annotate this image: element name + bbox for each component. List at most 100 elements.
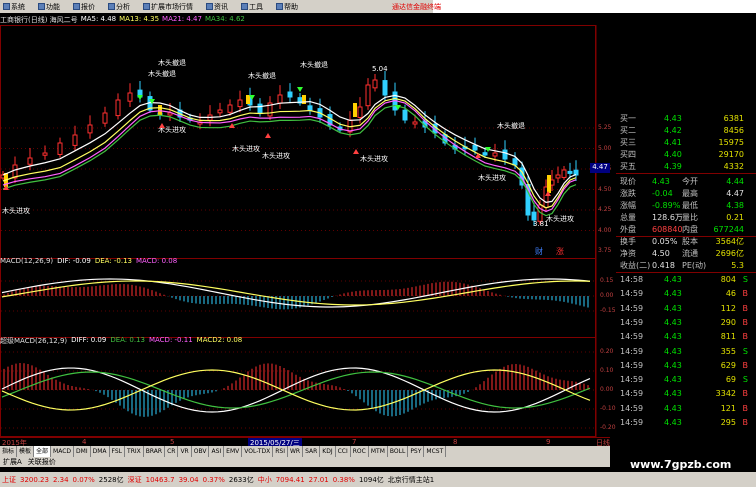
tab-指标[interactable]: 指标 bbox=[0, 446, 18, 457]
indicator-tabs: 指标 模板 全部 MACD DMI DMA FSL TRIX BRAR CR VR OBV ASI EMV… bbox=[0, 446, 610, 457]
super-macd-axis-label: 0.00 bbox=[600, 386, 614, 393]
chart-area[interactable]: 木头撤退木头撤退 木头撤退木头撤退木头撤退木头进攻木头进攻木头进攻木头进攻 木头进攻… bbox=[0, 25, 616, 438]
tab-emv[interactable]: EMV bbox=[224, 446, 243, 457]
order-book-row[interactable]: 买五 4.39 4332 bbox=[616, 160, 756, 172]
status-bar: 上证 3200.23 2.34 0.07% 2528亿 深证 10463.7 3… bbox=[0, 472, 756, 487]
up-arrow-icon bbox=[353, 149, 359, 154]
menu-item[interactable]: 资讯 bbox=[206, 2, 228, 12]
stat-value: -0.04 bbox=[652, 188, 673, 198]
tick-time: 14:59 bbox=[620, 303, 644, 313]
menu-item[interactable]: 系统 bbox=[3, 2, 25, 12]
menu-item[interactable]: 报价 bbox=[73, 2, 95, 12]
tab-cci[interactable]: CCI bbox=[336, 446, 351, 457]
tab-cr[interactable]: CR bbox=[165, 446, 179, 457]
order-book-row[interactable]: 买四 4.40 29170 bbox=[616, 148, 756, 160]
ma13-label: MA13: 4.35 bbox=[119, 15, 160, 23]
ma34-label: MA34: 4.62 bbox=[204, 15, 245, 23]
tick-row[interactable]: 14:59 4.43 295 B bbox=[616, 418, 748, 430]
order-book-price: 4.42 bbox=[664, 125, 682, 135]
candle-body bbox=[472, 144, 478, 151]
tick-time: 14:59 bbox=[620, 332, 644, 342]
stat-value: 4.50 bbox=[652, 248, 670, 258]
tab-sar[interactable]: SAR bbox=[303, 446, 321, 457]
tab-brar[interactable]: BRAR bbox=[144, 446, 166, 457]
tick-row[interactable]: 14:59 4.43 629 B bbox=[616, 361, 748, 373]
candle-body bbox=[412, 121, 418, 125]
quote-stat-row: 总量 128.6万 量比 0.21 bbox=[616, 211, 756, 223]
macd-dea: DEA: -0.13 bbox=[94, 257, 132, 265]
stat-label: 总量 bbox=[620, 212, 636, 222]
tick-row[interactable]: 14:59 4.43 46 B bbox=[616, 289, 748, 301]
tick-row[interactable]: 14:59 4.43 290 B bbox=[616, 318, 748, 330]
tab-asi[interactable]: ASI bbox=[209, 446, 225, 457]
stat-label: 收益(二) bbox=[620, 260, 651, 270]
macd-dea-line bbox=[1, 280, 591, 306]
tick-row[interactable]: 14:58 4.43 804 S bbox=[616, 275, 748, 287]
order-book-row[interactable]: 买一 4.43 6381 bbox=[616, 112, 756, 124]
tick-volume: 121 bbox=[720, 403, 736, 413]
menu-item[interactable]: 功能 bbox=[38, 2, 60, 12]
tick-row[interactable]: 14:59 4.43 121 B bbox=[616, 403, 748, 416]
stat-label: 外盘 bbox=[620, 224, 636, 234]
menu-item[interactable]: 分析 bbox=[108, 2, 130, 12]
tick-row[interactable]: 14:59 4.43 355 S bbox=[616, 346, 748, 359]
tab-vol-tdx[interactable]: VOL-TDX bbox=[242, 446, 274, 457]
tab-trix[interactable]: TRIX bbox=[125, 446, 144, 457]
stat-label: 涨幅 bbox=[620, 200, 636, 210]
candle-body bbox=[277, 94, 283, 104]
tick-side: S bbox=[742, 346, 748, 356]
order-book-row[interactable]: 买三 4.41 15975 bbox=[616, 136, 756, 148]
rise-marker[interactable]: 涨 bbox=[556, 246, 564, 257]
tab-mcst[interactable]: MCST bbox=[424, 446, 447, 457]
tab-模板[interactable]: 模板 bbox=[17, 446, 35, 457]
server-name[interactable]: 北京行情主站1 bbox=[388, 475, 434, 485]
tab-rsi[interactable]: RSI bbox=[273, 446, 288, 457]
menu-item[interactable]: 扩展市场行情 bbox=[143, 2, 193, 12]
order-book-label: 买二 bbox=[620, 125, 636, 135]
tab-mtm[interactable]: MTM bbox=[369, 446, 388, 457]
tab-dma[interactable]: DMA bbox=[91, 446, 110, 457]
finance-marker[interactable]: 财 bbox=[535, 246, 543, 257]
stat-value: 0.05% bbox=[652, 236, 678, 246]
top-signal-label: 木头撤退 bbox=[158, 58, 186, 67]
tab-roc[interactable]: ROC bbox=[351, 446, 369, 457]
macd-header: MACD(12,26,9) DIF: -0.09 DEA: -0.13 MACD… bbox=[0, 257, 177, 265]
tab-obv[interactable]: OBV bbox=[192, 446, 210, 457]
price-axis-label: 4.25 bbox=[598, 206, 612, 213]
bottom-signal-label: 木头进攻 bbox=[546, 214, 574, 223]
menu-item[interactable]: 帮助 bbox=[276, 2, 298, 12]
tick-row[interactable]: 14:59 4.43 811 B bbox=[616, 332, 748, 344]
sz-value: 10463.7 bbox=[145, 475, 175, 484]
menu-item[interactable]: 工具 bbox=[241, 2, 263, 12]
super-macd-dea: DEA: 0.13 bbox=[110, 336, 145, 344]
tick-time: 14:59 bbox=[620, 418, 644, 427]
tab-全部[interactable]: 全部 bbox=[34, 446, 52, 457]
tick-price: 4.43 bbox=[664, 346, 682, 356]
tab-kdj[interactable]: KDJ bbox=[320, 446, 336, 457]
tab-fsl[interactable]: FSL bbox=[110, 446, 126, 457]
tab-macd[interactable]: MACD bbox=[51, 446, 75, 457]
tab-vr[interactable]: VR bbox=[178, 446, 192, 457]
menu-item-label: 系统 bbox=[11, 2, 25, 11]
tick-side: S bbox=[742, 275, 748, 284]
tick-row[interactable]: 14:59 4.43 112 B bbox=[616, 303, 748, 316]
stat-label-2: 最高 bbox=[682, 188, 698, 198]
extension-tab[interactable]: 扩展A bbox=[3, 457, 22, 467]
tab-boll[interactable]: BOLL bbox=[388, 446, 409, 457]
tick-volume: 112 bbox=[720, 303, 736, 313]
tick-side: B bbox=[742, 389, 749, 399]
sz-change: 39.04 bbox=[178, 475, 199, 484]
order-book-row[interactable]: 买二 4.42 8456 bbox=[616, 124, 756, 136]
tab-psy[interactable]: PSY bbox=[408, 446, 425, 457]
tab-wr[interactable]: WR bbox=[288, 446, 304, 457]
tab-dmi[interactable]: DMI bbox=[74, 446, 91, 457]
order-book-volume: 15975 bbox=[718, 137, 744, 147]
tick-time: 14:59 bbox=[620, 403, 644, 413]
signal-bar bbox=[246, 95, 250, 104]
quote-stat-row: 涨幅 -0.89% 最低 4.38 bbox=[616, 199, 756, 211]
tick-row[interactable]: 14:59 4.43 69 S bbox=[616, 375, 748, 387]
promo-text[interactable]: 通达信金融终端 bbox=[392, 2, 441, 12]
quote-stat-row: 外盘 608840 内盘 677244 bbox=[616, 223, 756, 235]
extension-tab[interactable]: 关联报价 bbox=[28, 457, 56, 467]
tick-row[interactable]: 14:59 4.43 3342 B bbox=[616, 389, 748, 401]
